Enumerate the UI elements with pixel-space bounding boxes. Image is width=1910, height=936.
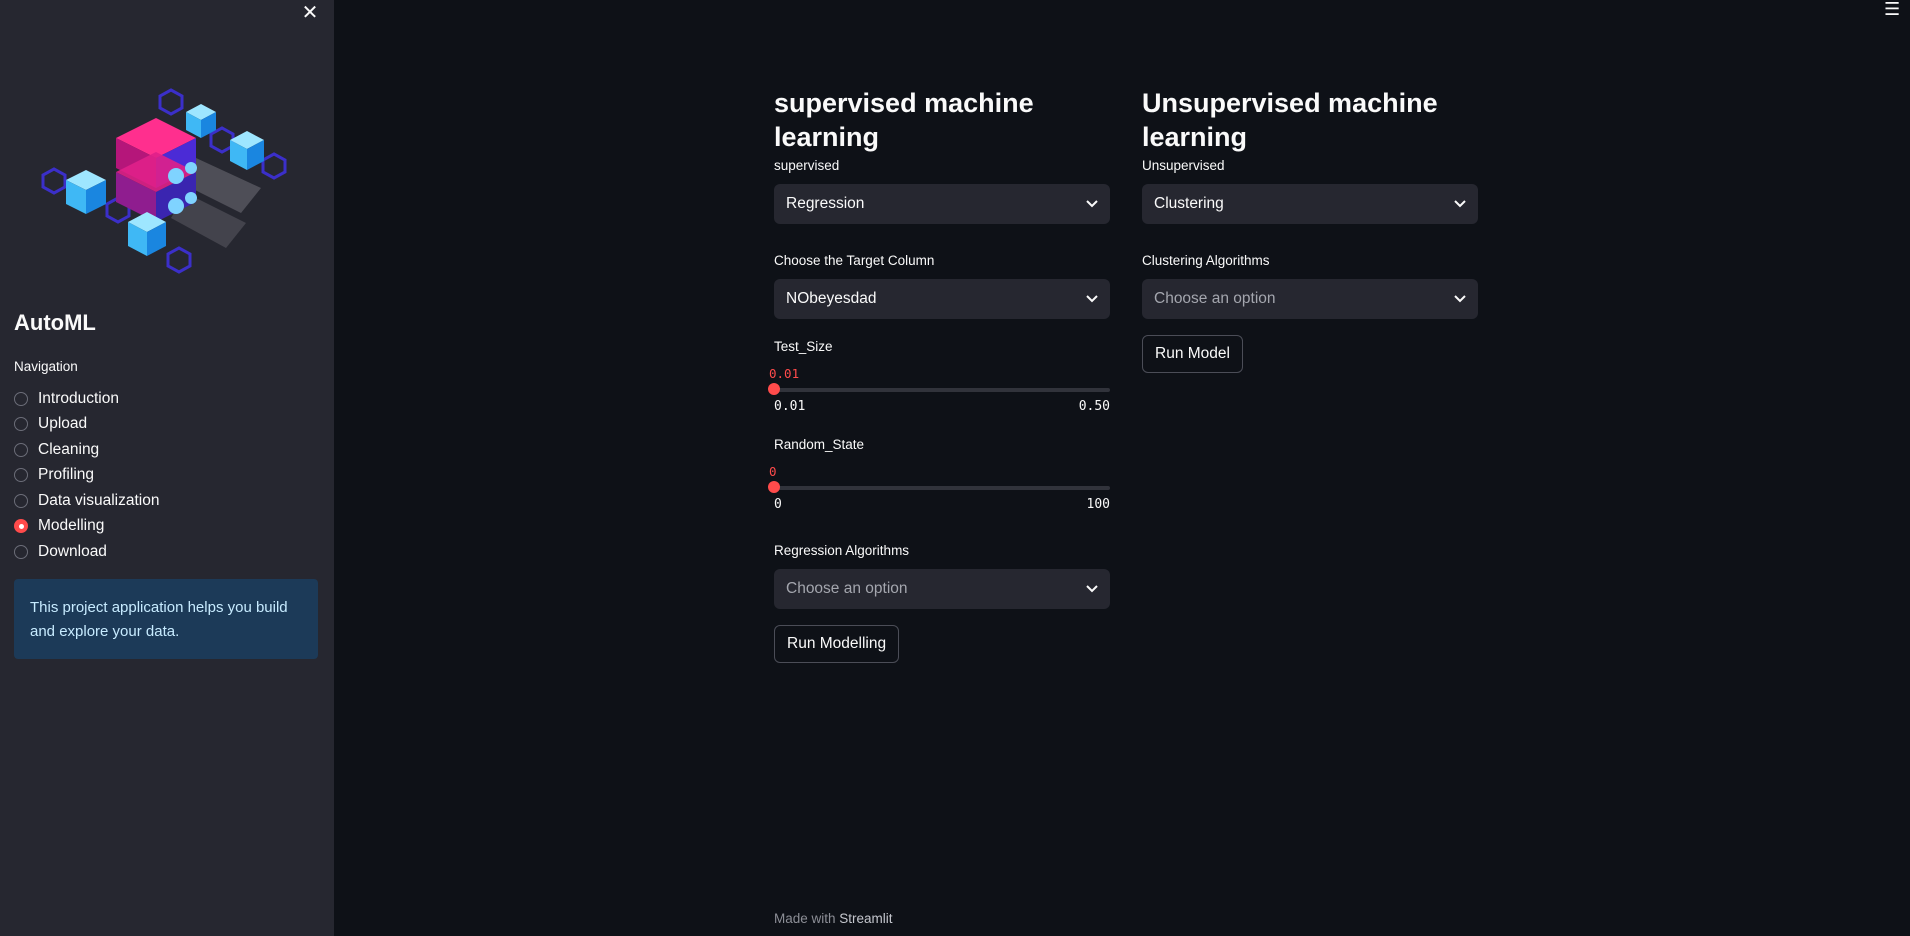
slider-thumb[interactable]: [768, 383, 780, 395]
slider-track[interactable]: [774, 388, 1110, 392]
radio-unchecked-icon[interactable]: [14, 544, 28, 559]
chevron-down-icon: [1454, 200, 1466, 208]
slider-current-value: 0.01: [769, 366, 800, 381]
unsupervised-type-label: Unsupervised: [1142, 158, 1225, 173]
nav-item-download[interactable]: Download: [14, 539, 159, 565]
test-size-label: Test_Size: [774, 339, 833, 354]
slider-current-value: 0: [769, 464, 777, 479]
nav-item-cleaning[interactable]: Cleaning: [14, 437, 159, 463]
supervised-title: supervised machine learning: [774, 88, 1034, 152]
supervised-column: supervised machine learning supervised R…: [768, 86, 1110, 663]
slider-max-value: 0.50: [1078, 399, 1110, 414]
select-value: Clustering: [1154, 195, 1224, 212]
run-modelling-button[interactable]: Run Modelling: [774, 625, 900, 663]
clustering-algorithms-label: Clustering Algorithms: [1142, 253, 1270, 268]
unsupervised-column: Unsupervised machine learning Unsupervis…: [1142, 86, 1478, 373]
nav-item-data-visualization[interactable]: Data visualization: [14, 488, 159, 514]
run-model-button[interactable]: Run Model: [1142, 335, 1243, 373]
navigation-radio-group: Introduction Upload Cleaning Profiling D…: [14, 386, 159, 565]
automl-logo-illustration: [41, 88, 287, 274]
chevron-down-icon: [1454, 295, 1466, 303]
nav-item-upload[interactable]: Upload: [14, 412, 159, 438]
nav-item-modelling[interactable]: Modelling: [14, 514, 159, 540]
random-state-slider: Random_State 0 0 100: [768, 437, 1110, 513]
radio-unchecked-icon[interactable]: [14, 493, 28, 508]
nav-item-label: Modelling: [38, 517, 105, 535]
nav-item-label: Upload: [38, 415, 88, 433]
test-size-slider: Test_Size 0.01 0.01 0.50: [768, 339, 1110, 415]
chevron-down-icon: [1086, 585, 1098, 593]
chevron-down-icon: [1086, 200, 1098, 208]
slider-min-value: 0.01: [774, 399, 806, 414]
slider-thumb[interactable]: [768, 481, 780, 493]
random-state-label: Random_State: [774, 437, 865, 452]
clustering-algorithms-select[interactable]: Choose an option: [1142, 279, 1478, 319]
app-title: AutoML: [14, 310, 96, 335]
nav-item-label: Data visualization: [38, 491, 160, 509]
navigation-label: Navigation: [14, 359, 78, 374]
slider-min-value: 0: [774, 497, 782, 512]
nav-item-introduction[interactable]: Introduction: [14, 386, 159, 412]
slider-track[interactable]: [774, 486, 1110, 490]
select-value: NObeyesdad: [786, 290, 877, 307]
regression-algorithms-select[interactable]: Choose an option: [774, 569, 1110, 609]
sidebar: ✕ AutoML Navigation Introduction Upload …: [0, 0, 334, 936]
radio-checked-icon[interactable]: [14, 519, 28, 534]
nav-item-profiling[interactable]: Profiling: [14, 463, 159, 489]
hamburger-menu-icon[interactable]: ☰: [1884, 0, 1902, 18]
close-icon[interactable]: ✕: [300, 3, 320, 23]
select-placeholder: Choose an option: [1154, 290, 1276, 307]
nav-item-label: Introduction: [38, 389, 119, 407]
target-column-select[interactable]: NObeyesdad: [774, 279, 1110, 319]
nav-item-label: Cleaning: [38, 440, 100, 458]
supervised-type-label: supervised: [774, 158, 840, 173]
nav-item-label: Profiling: [38, 466, 94, 484]
nav-item-label: Download: [38, 542, 107, 560]
chevron-down-icon: [1086, 295, 1098, 303]
regression-algorithms-label: Regression Algorithms: [774, 543, 910, 558]
unsupervised-type-select[interactable]: Clustering: [1142, 184, 1478, 224]
footer: Made with Streamlit: [774, 911, 893, 926]
radio-unchecked-icon[interactable]: [14, 391, 28, 406]
select-placeholder: Choose an option: [786, 580, 908, 597]
slider-max-value: 100: [1086, 497, 1110, 512]
radio-unchecked-icon[interactable]: [14, 442, 28, 457]
supervised-type-select[interactable]: Regression: [774, 184, 1110, 224]
target-column-label: Choose the Target Column: [774, 253, 935, 268]
radio-unchecked-icon[interactable]: [14, 468, 28, 483]
info-box: This project application helps you build…: [14, 579, 318, 659]
streamlit-link[interactable]: Streamlit: [839, 911, 892, 926]
select-value: Regression: [786, 195, 865, 212]
unsupervised-title: Unsupervised machine learning: [1142, 88, 1438, 152]
radio-unchecked-icon[interactable]: [14, 417, 28, 432]
footer-prefix: Made with: [774, 911, 840, 926]
